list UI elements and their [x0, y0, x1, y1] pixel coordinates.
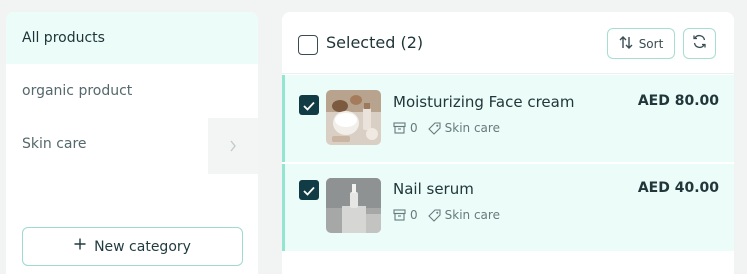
product-name: Nail serum [393, 180, 474, 198]
product-price: AED 80.00 [637, 93, 719, 109]
category-item-organic-product[interactable]: organic product [6, 65, 258, 117]
product-checkbox[interactable] [299, 180, 319, 200]
new-category-label: New category [94, 238, 191, 255]
chevron-right-icon[interactable] [208, 118, 258, 174]
check-icon [303, 181, 315, 200]
product-image-face-cream [326, 90, 381, 145]
product-image-nail-serum [326, 178, 381, 233]
refresh-icon [692, 34, 707, 53]
selected-count: Selected (2) [326, 33, 424, 52]
refresh-button[interactable] [683, 28, 716, 59]
category-label: All products [22, 30, 105, 46]
tag-icon [427, 121, 441, 135]
category-label: organic product [22, 83, 133, 99]
sort-icon [619, 35, 633, 52]
product-category: Skin care [444, 208, 500, 222]
product-row[interactable]: Moisturizing Face cream AED 80.00 0 Skin… [282, 75, 734, 162]
category-item-all-products[interactable]: All products [6, 12, 258, 64]
sort-label: Sort [638, 36, 664, 51]
product-name: Moisturizing Face cream [393, 93, 575, 111]
product-meta: 0 Skin care [393, 208, 500, 222]
product-meta: 0 Skin care [393, 121, 500, 135]
product-checkbox[interactable] [299, 95, 319, 115]
sort-button[interactable]: Sort [607, 28, 675, 59]
product-list-panel: Selected (2) Sort Moisturizing Face crea… [282, 12, 734, 274]
product-price: AED 40.00 [637, 180, 719, 196]
select-all-checkbox[interactable] [298, 35, 318, 55]
box-icon [393, 209, 406, 221]
category-sidebar: All products organic product Skin care N… [6, 12, 258, 274]
category-label: Skin care [22, 136, 87, 152]
product-row[interactable]: Nail serum AED 40.00 0 Skin care [282, 164, 734, 251]
plus-icon [74, 237, 86, 254]
box-icon [393, 122, 406, 134]
product-category: Skin care [444, 121, 500, 135]
product-stock: 0 [410, 121, 418, 135]
panel-header: Selected (2) Sort [282, 12, 734, 74]
new-category-button[interactable]: New category [22, 227, 243, 266]
product-stock: 0 [410, 208, 418, 222]
check-icon [303, 96, 315, 115]
tag-icon [427, 208, 441, 222]
